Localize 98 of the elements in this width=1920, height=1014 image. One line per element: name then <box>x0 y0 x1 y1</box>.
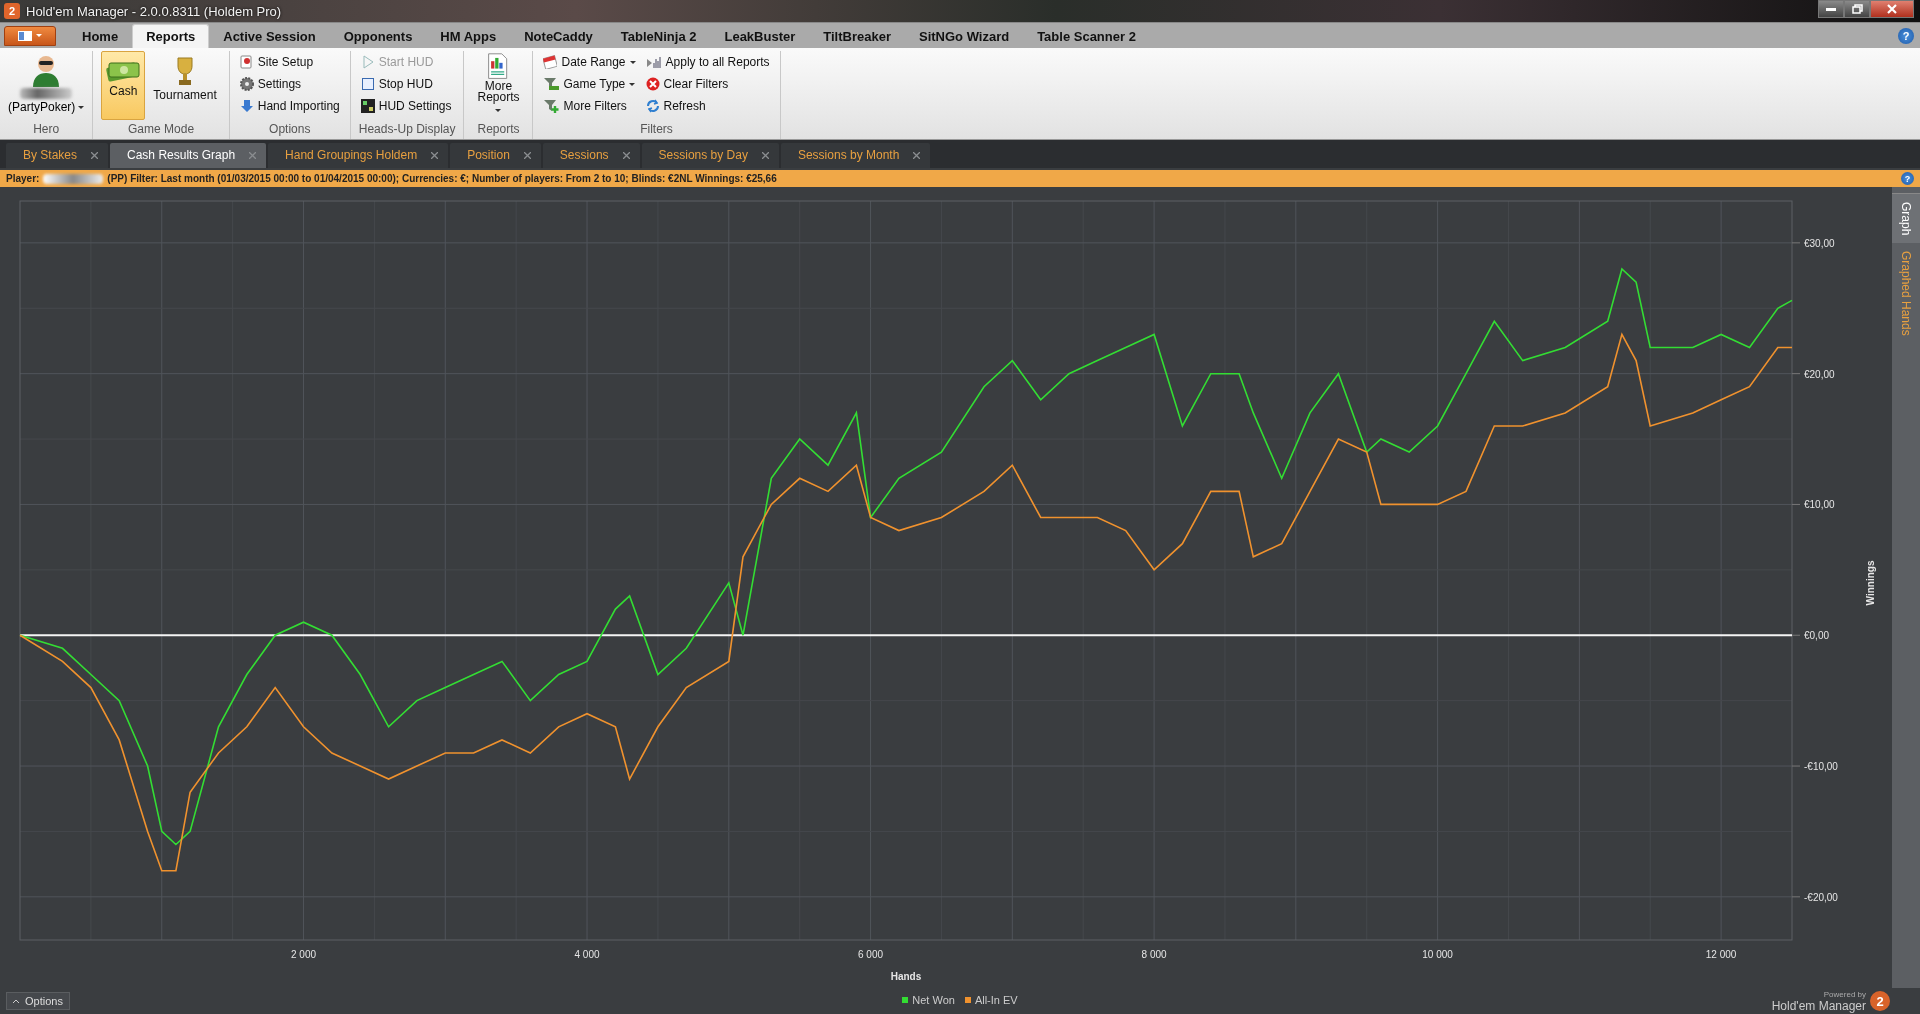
menu-tab[interactable]: Home <box>68 24 133 48</box>
redacted-name <box>20 88 73 99</box>
hero-selector[interactable]: (PartyPoker) <box>8 100 85 114</box>
side-tab[interactable]: Graph <box>1892 193 1920 244</box>
axis-label: -€20,00 <box>1804 891 1838 903</box>
help-button[interactable]: ? <box>1901 172 1914 185</box>
refresh-icon <box>645 99 660 113</box>
card-icon <box>239 55 254 69</box>
legend-label: Net Won <box>912 994 955 1006</box>
close-icon[interactable] <box>913 151 921 159</box>
axis-label: €30,00 <box>1804 237 1835 249</box>
axis-label: 12 000 <box>1705 949 1737 960</box>
report-icon <box>487 53 510 79</box>
ribbon-button[interactable]: Hand Importing <box>237 99 342 113</box>
caret-icon <box>36 34 42 37</box>
window-title: Hold'em Manager - 2.0.0.8311 (Holdem Pro) <box>26 3 283 19</box>
maximize-button[interactable] <box>1844 0 1870 18</box>
ribbon-button[interactable]: HUD Settings <box>358 99 456 113</box>
ribbon-button[interactable]: Cash <box>101 51 146 120</box>
ribbon-button[interactable]: Game Type <box>541 77 638 91</box>
play-icon <box>360 55 375 69</box>
close-icon[interactable] <box>91 151 99 159</box>
axis-label: 6 000 <box>858 949 884 960</box>
report-tab[interactable]: By Stakes <box>6 143 109 168</box>
brand-logo: 2 <box>1870 991 1890 1011</box>
menu-tab[interactable]: Table Scanner 2 <box>1023 24 1150 48</box>
axis-title: Winnings <box>1865 560 1876 606</box>
close-icon <box>1887 4 1897 14</box>
powered-by-text: Powered by <box>1823 989 1866 1000</box>
ribbon-button[interactable]: More Reports <box>472 51 525 120</box>
clear-icon <box>645 77 660 91</box>
bar-chart-icon <box>645 55 662 69</box>
group-label: Options <box>268 121 312 138</box>
report-tab[interactable]: Position <box>450 143 541 168</box>
minimize-button[interactable] <box>1818 0 1844 18</box>
group-label: Hero <box>32 121 61 138</box>
help-button[interactable]: ? <box>1898 27 1914 44</box>
axis-label: €20,00 <box>1804 368 1835 380</box>
ribbon-button[interactable]: Clear Filters <box>643 77 772 91</box>
group-label: Reports <box>476 121 521 138</box>
app-menu-button[interactable] <box>4 25 56 46</box>
menu-tab[interactable]: NoteCaddy <box>510 24 607 48</box>
menu-tab[interactable]: TiltBreaker <box>809 24 905 48</box>
close-icon[interactable] <box>249 151 257 159</box>
funnel-icon <box>543 77 560 91</box>
ribbon-button[interactable]: Apply to all Reports <box>643 55 772 69</box>
axis-label: 4 000 <box>574 949 600 960</box>
menu-tab[interactable]: TableNinja 2 <box>606 24 711 48</box>
minimize-icon <box>1826 7 1836 11</box>
redacted-name <box>43 173 104 184</box>
restore-icon <box>1851 4 1863 14</box>
report-tab[interactable]: Sessions by Month <box>780 143 931 168</box>
ribbon-button[interactable]: Stop HUD <box>358 77 456 91</box>
legend-label: All-In EV <box>974 994 1018 1006</box>
close-icon[interactable] <box>761 151 769 159</box>
group-label: Game Mode <box>127 121 196 138</box>
app-logo: 2 <box>4 3 20 19</box>
axis-label: €0,00 <box>1804 630 1830 642</box>
ribbon-button[interactable]: More Filters <box>541 99 638 113</box>
stop-icon <box>360 77 375 91</box>
ribbon-button[interactable]: Refresh <box>643 99 772 113</box>
options-button[interactable]: Options <box>6 992 70 1010</box>
down-arrow-icon <box>239 99 254 113</box>
ribbon-button[interactable]: Date Range <box>541 55 638 69</box>
menu-tab[interactable]: Reports <box>132 24 210 48</box>
settings-icon <box>239 77 254 91</box>
menu-tab[interactable]: Active Session <box>209 24 330 48</box>
axis-label: 2 000 <box>291 949 317 960</box>
axis-title: Hands <box>890 971 922 982</box>
axis-label: 10 000 <box>1422 949 1453 960</box>
ribbon-button[interactable]: Site Setup <box>237 55 342 69</box>
ribbon-button[interactable]: Tournament <box>149 51 221 120</box>
axis-label: 8 000 <box>1141 949 1167 960</box>
ribbon-button[interactable]: Settings <box>237 77 342 91</box>
close-icon[interactable] <box>431 151 439 159</box>
axis-label: €10,00 <box>1804 499 1835 511</box>
report-tab[interactable]: Sessions by Day <box>641 143 779 168</box>
menu-tab[interactable]: SitNGo Wizard <box>904 24 1024 48</box>
player-label: Player: <box>6 173 40 184</box>
close-icon[interactable] <box>622 151 630 159</box>
close-button[interactable] <box>1870 0 1914 18</box>
report-tab[interactable]: Sessions <box>542 143 640 168</box>
report-tab[interactable]: Cash Results Graph <box>110 143 267 168</box>
caret-up-icon <box>13 999 19 1003</box>
window-icon <box>18 30 32 41</box>
menu-tab[interactable]: HM Apps <box>426 24 511 48</box>
hud-icon <box>360 99 375 113</box>
menu-tab[interactable]: Opponents <box>329 24 427 48</box>
filter-summary: (PP) Filter: Last month (01/03/2015 00:00 to 01/04/2015 00:00); Currencies: €; Number of players: From 2 to 10; Blinds: €2NL Winnings: €25,66 <box>107 173 777 184</box>
group-label: Filters <box>639 121 674 138</box>
funnel-icon <box>543 99 560 113</box>
brand-name: Hold'em Manager <box>1771 999 1866 1013</box>
calendar-icon <box>543 55 558 69</box>
report-tab[interactable]: Hand Groupings Holdem <box>268 143 449 168</box>
group-label: Heads-Up Display <box>358 121 456 138</box>
menu-tab[interactable]: LeakBuster <box>710 24 810 48</box>
close-icon[interactable] <box>523 151 531 159</box>
axis-label: -€10,00 <box>1804 761 1838 773</box>
